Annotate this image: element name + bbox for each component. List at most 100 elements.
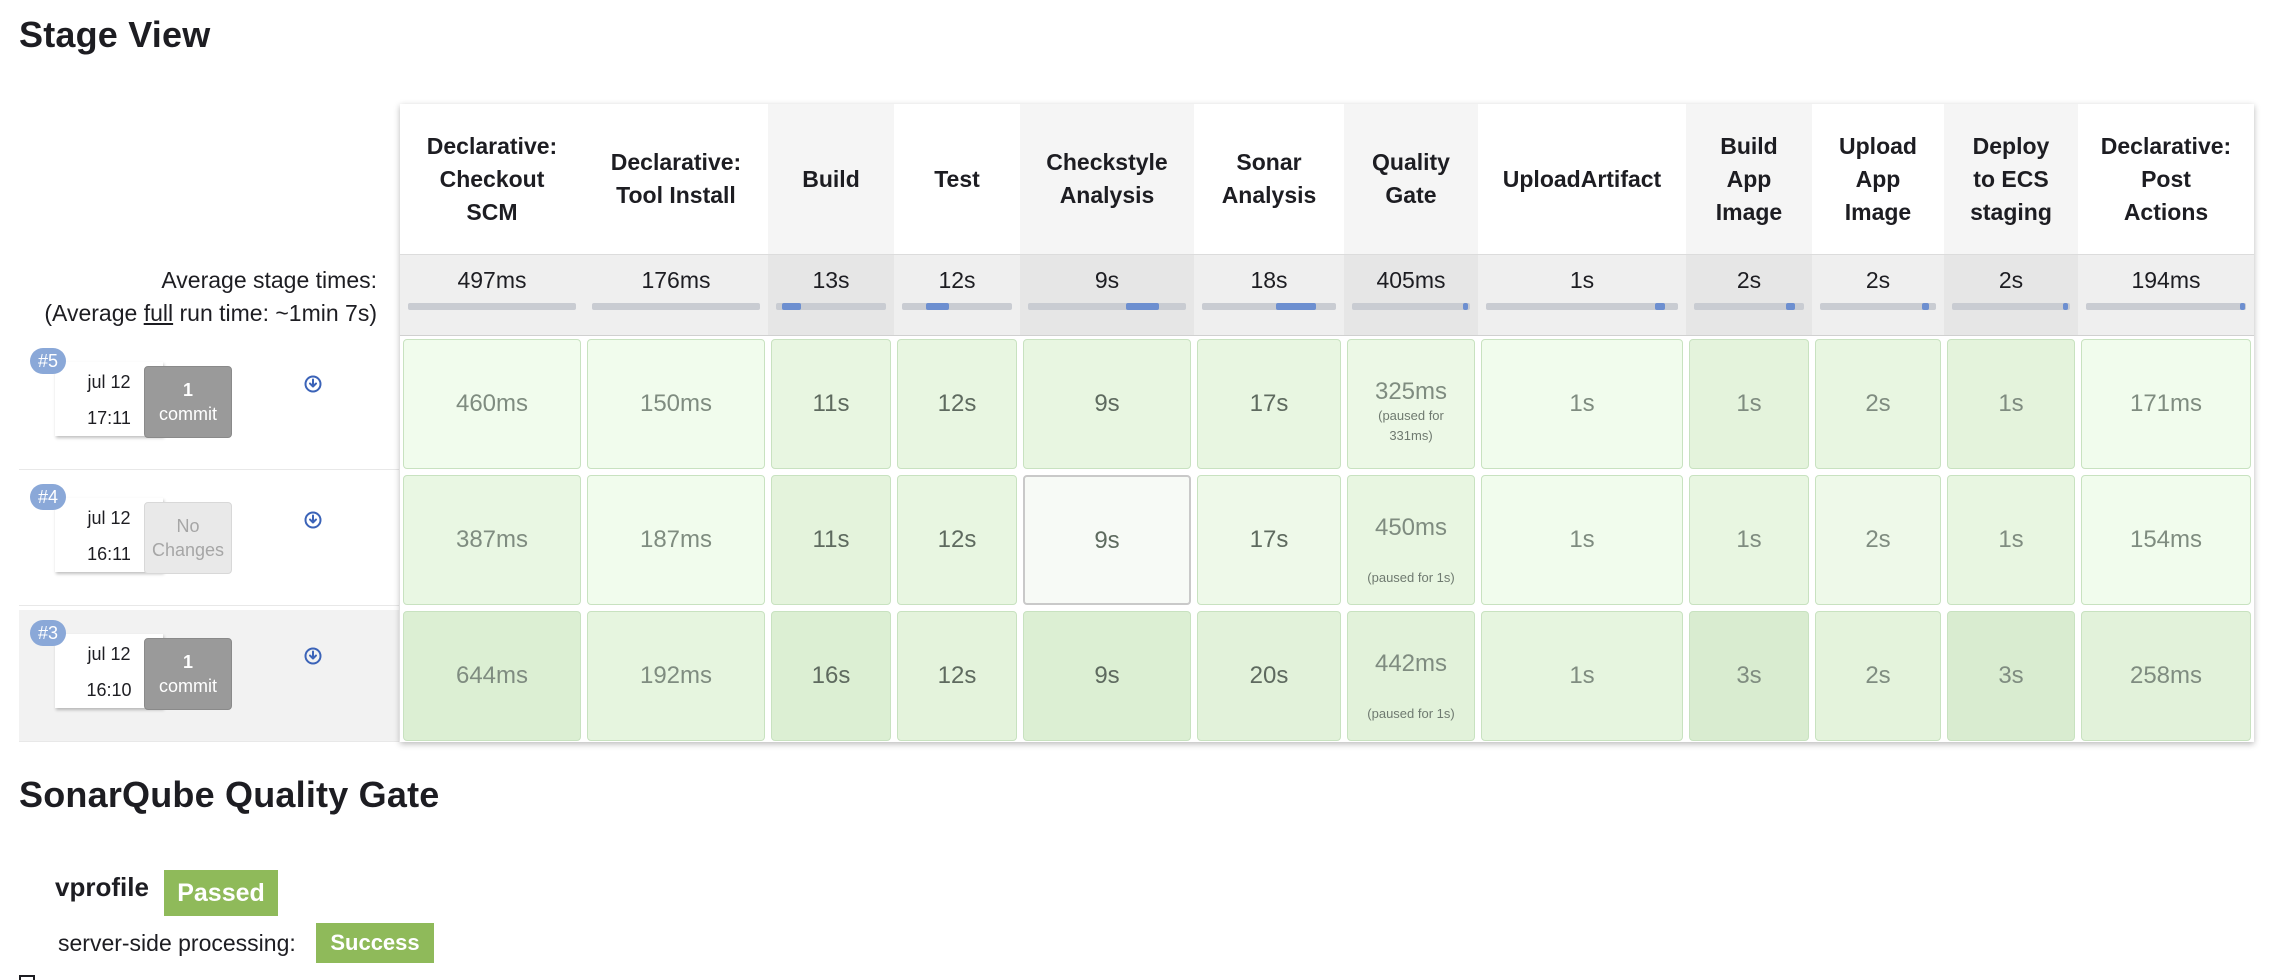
full-run-time-link[interactable]: full <box>144 300 173 326</box>
stage-cell[interactable]: 1s <box>1947 339 2075 469</box>
stage-cell-duration: 3s <box>1998 662 2024 689</box>
stage-cell-duration: 3s <box>1736 662 1762 689</box>
stage-cell[interactable]: 9s <box>1023 339 1191 469</box>
page-title: Stage View <box>19 14 211 55</box>
stage-cell-duration: 192ms <box>639 662 713 689</box>
stage-cell-paused-note: 331ms) <box>1389 428 1433 443</box>
stage-time-bar-fill <box>2240 303 2245 310</box>
stage-average: 9s <box>1020 254 1194 336</box>
build-number-badge[interactable]: #4 <box>30 484 67 510</box>
stage-cell-duration: 1s <box>1736 390 1762 417</box>
stage-cell[interactable]: 2s <box>1815 475 1941 605</box>
stage-cell-duration: 9s <box>1094 662 1120 689</box>
stage-cell[interactable]: 17s <box>1197 339 1341 469</box>
stage-cell[interactable]: 192ms <box>587 611 765 741</box>
stage-name-line: Quality <box>1372 149 1450 175</box>
stage-cell[interactable]: 154ms <box>2081 475 2251 605</box>
download-circle-icon[interactable] <box>304 375 322 393</box>
stage-cell-duration: 1s <box>1569 662 1595 689</box>
stage-name-line: Post <box>2141 165 2191 192</box>
stage-cell[interactable]: 2s <box>1815 611 1941 741</box>
stage-name-line: Declarative: <box>610 149 742 175</box>
stage-cell[interactable]: 1s <box>1481 339 1683 469</box>
stage-name-line: Upload <box>1839 132 1917 159</box>
stage-average-time: 194ms <box>2131 267 2201 293</box>
stage-cell[interactable]: 1s <box>1689 475 1809 605</box>
stage-cell-duration: 325ms <box>1374 378 1448 405</box>
stage-cell[interactable]: 12s <box>897 475 1017 605</box>
stage-cell[interactable]: 258ms <box>2081 611 2251 741</box>
stage-cell[interactable]: 171ms <box>2081 339 2251 469</box>
stage-cell[interactable]: 442ms (paused for 1s) <box>1347 611 1475 741</box>
stage-name-line: Build <box>802 165 860 192</box>
stage-cell[interactable]: 11s <box>771 339 891 469</box>
stage-cell-duration: 387ms <box>455 526 529 553</box>
stage-cell[interactable]: 1s <box>1947 475 2075 605</box>
stage-name-line: App <box>1726 165 1772 192</box>
stage-time-bar-fill <box>2063 303 2068 310</box>
stage-cell[interactable]: 387ms <box>403 475 581 605</box>
stage-header: Test <box>894 104 1020 254</box>
stage-average: 194ms <box>2078 254 2254 336</box>
stage-header: UploadArtifact <box>1478 104 1686 254</box>
stage-cell[interactable]: 1s <box>1481 611 1683 741</box>
stage-time-bar-fill <box>926 303 949 310</box>
stage-average: 497ms <box>400 254 584 336</box>
stage-cell-duration: 2s <box>1865 390 1891 417</box>
stage-time-bar <box>1694 303 1804 310</box>
quality-gate-status-badge: Passed <box>164 870 278 916</box>
commits-button[interactable]: 1 commit <box>144 638 232 710</box>
stage-name-line: Test <box>934 165 980 192</box>
stage-cell[interactable]: 450ms (paused for 1s) <box>1347 475 1475 605</box>
stage-cell[interactable]: 1s <box>1481 475 1683 605</box>
stage-cell-duration: 150ms <box>639 390 713 417</box>
stage-cell[interactable]: 17s <box>1197 475 1341 605</box>
stage-time-bar <box>1486 303 1678 310</box>
stage-cell-duration: 450ms <box>1374 514 1448 541</box>
stage-time-bar <box>1952 303 2070 310</box>
stage-average: 2s <box>1686 254 1812 336</box>
commits-button[interactable]: 1 commit <box>144 366 232 438</box>
stage-name-line: Analysis <box>1221 182 1317 208</box>
stage-cell[interactable]: 11s <box>771 475 891 605</box>
stage-average: 1s <box>1478 254 1686 336</box>
stage-cell[interactable]: 9s <box>1023 475 1191 605</box>
stage-header: Declarative: Tool Install <box>584 104 768 254</box>
stage-cell[interactable]: 20s <box>1197 611 1341 741</box>
stage-cell[interactable]: 3s <box>1947 611 2075 741</box>
sonar-project-name[interactable]: vprofile <box>55 872 149 903</box>
stage-name-line: Build <box>1720 132 1778 159</box>
stage-cell[interactable]: 1s <box>1689 339 1809 469</box>
stage-time-bar-fill <box>1922 303 1929 310</box>
stage-cell-duration: 154ms <box>2129 526 2203 553</box>
stage-time-bar <box>1352 303 1470 310</box>
stage-cell-duration: 187ms <box>639 526 713 553</box>
stage-cell[interactable]: 644ms <box>403 611 581 741</box>
stage-matrix: Declarative: Checkout SCM 497ms Declarative:… <box>400 104 2254 742</box>
stage-average-time: 405ms <box>1376 267 1446 293</box>
stage-name-line: UploadArtifact <box>1502 165 1662 192</box>
stage-average-time: 18s <box>1250 267 1288 293</box>
stage-cell[interactable]: 187ms <box>587 475 765 605</box>
stage-cell[interactable]: 2s <box>1815 339 1941 469</box>
stage-cell[interactable]: 12s <box>897 339 1017 469</box>
stage-cell-paused-note: (paused for 1s) <box>1367 570 1455 585</box>
stage-time-bar-fill <box>1655 303 1665 310</box>
download-circle-icon[interactable] <box>304 647 322 665</box>
stage-cell[interactable]: 9s <box>1023 611 1191 741</box>
build-number-badge[interactable]: #5 <box>30 348 67 374</box>
download-circle-icon[interactable] <box>304 511 322 529</box>
stage-average-time: 9s <box>1094 267 1120 293</box>
stage-cell[interactable]: 16s <box>771 611 891 741</box>
build-number-badge[interactable]: #3 <box>30 620 67 646</box>
stage-cell[interactable]: 12s <box>897 611 1017 741</box>
sonar-section-title: SonarQube Quality Gate <box>19 774 440 815</box>
server-side-status-badge: Success <box>316 923 434 963</box>
stage-cell-duration: 12s <box>937 390 977 417</box>
stage-cell[interactable]: 325ms (paused for 331ms) <box>1347 339 1475 469</box>
average-run-time-prefix: (Average <box>44 300 144 326</box>
stage-cell[interactable]: 460ms <box>403 339 581 469</box>
stage-cell[interactable]: 150ms <box>587 339 765 469</box>
stage-cell[interactable]: 3s <box>1689 611 1809 741</box>
stage-time-bar-fill <box>1276 303 1316 310</box>
